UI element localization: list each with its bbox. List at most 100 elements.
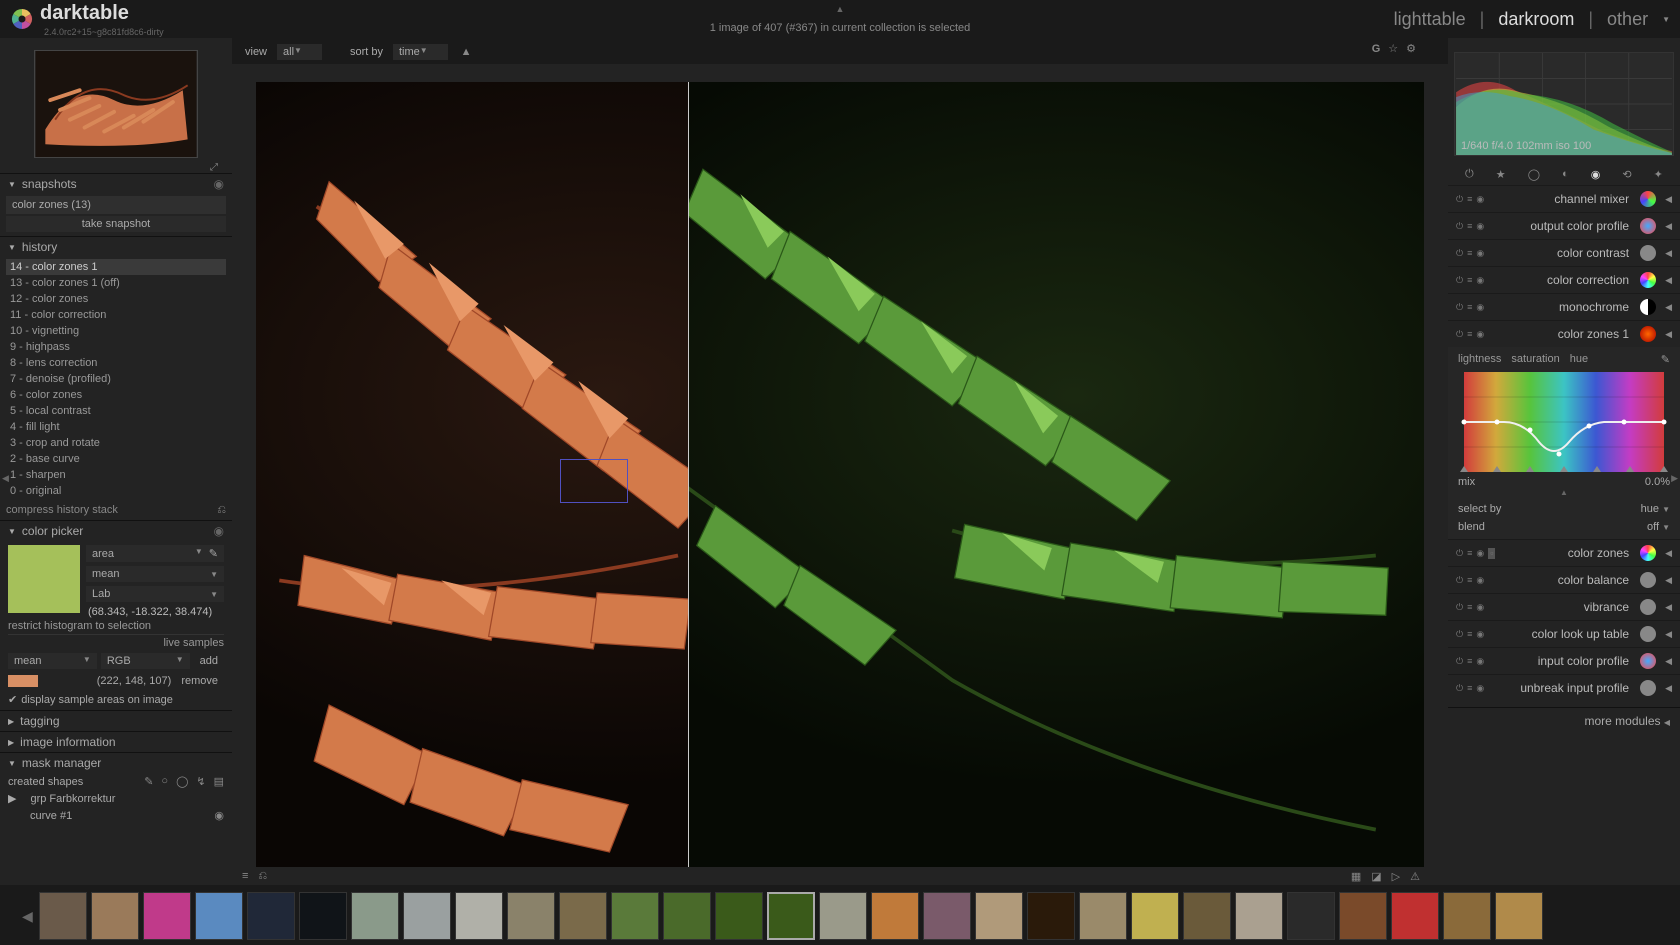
filmstrip-thumb[interactable] — [1339, 892, 1387, 940]
collapse-left-icon[interactable]: ◀ — [2, 473, 9, 484]
mask-group[interactable]: ▶grp Farbkorrektur — [0, 790, 232, 807]
chevron-left-icon[interactable]: ◀ — [1665, 548, 1672, 559]
filmstrip-thumb[interactable] — [299, 892, 347, 940]
view-other[interactable]: other — [1607, 9, 1648, 30]
filmstrip-thumb[interactable] — [871, 892, 919, 940]
reset-icon[interactable]: ◉ — [1476, 248, 1484, 259]
power-icon[interactable]: ⏻ — [1456, 329, 1463, 340]
history-item[interactable]: 8 - lens correction — [6, 355, 226, 371]
styles-icon[interactable]: ⎌ — [217, 504, 226, 517]
module-color-balance[interactable]: ⏻≡◉color balance◀ — [1448, 566, 1680, 593]
multi-instance-icon[interactable]: ≡ — [1467, 248, 1472, 259]
module-color-contrast[interactable]: ⏻≡◉color contrast◀ — [1448, 239, 1680, 266]
filmstrip-thumb[interactable] — [975, 892, 1023, 940]
reset-icon[interactable]: ◉ — [1476, 275, 1484, 286]
restrict-histogram-label[interactable]: restrict histogram to selection — [8, 618, 224, 634]
reset-icon[interactable]: ◉ — [1476, 629, 1484, 640]
reset-icon[interactable]: ◉ — [1476, 221, 1484, 232]
gear-icon[interactable]: ◉ — [214, 177, 224, 191]
filmstrip-thumb[interactable] — [1235, 892, 1283, 940]
more-modules-button[interactable]: more modules ◀ — [1448, 707, 1680, 734]
multi-instance-icon[interactable]: ≡ — [1467, 629, 1472, 640]
thumb-zoom-icon[interactable]: ⤢ — [0, 162, 232, 173]
eyedropper-icon[interactable]: ✎ — [209, 547, 218, 560]
expand-top-icon[interactable]: ▲ — [836, 4, 845, 14]
star-icon[interactable]: ☆ — [1388, 42, 1398, 55]
picker-stat-dropdown[interactable]: mean▼ — [86, 566, 224, 582]
filmstrip-thumb[interactable] — [39, 892, 87, 940]
sample-space-dropdown[interactable]: RGB▼ — [101, 653, 190, 669]
history-item[interactable]: 3 - crop and rotate — [6, 435, 226, 451]
filmstrip-thumb[interactable] — [715, 892, 763, 940]
image-canvas[interactable] — [256, 82, 1424, 867]
add-sample-button[interactable]: add — [194, 653, 224, 669]
module-color-zones[interactable]: ⏻≡◉▫color zones◀ — [1448, 539, 1680, 566]
filmstrip-thumb[interactable] — [143, 892, 191, 940]
power-icon[interactable]: ⏻ — [1456, 221, 1463, 232]
reset-icon[interactable]: ◉ — [1476, 656, 1484, 667]
filmstrip-thumb[interactable] — [247, 892, 295, 940]
filmstrip-thumb[interactable] — [1391, 892, 1439, 940]
power-icon[interactable]: ⏻ — [1456, 248, 1463, 259]
module-output-color-profile[interactable]: ⏻≡◉output color profile◀ — [1448, 212, 1680, 239]
tab-correction-icon[interactable]: ⟲ — [1622, 168, 1631, 181]
filmstrip-thumb[interactable] — [195, 892, 243, 940]
reset-icon[interactable]: ◉ — [1476, 302, 1484, 313]
presets-icon[interactable]: ≡ — [242, 870, 248, 883]
filmstrip-thumb[interactable] — [663, 892, 711, 940]
gamut-icon[interactable]: ▷ — [1392, 870, 1400, 883]
module-channel-mixer[interactable]: ⏻≡◉channel mixer◀ — [1448, 185, 1680, 212]
module-monochrome[interactable]: ⏻≡◉monochrome◀ — [1448, 293, 1680, 320]
snapshot-split-line[interactable] — [688, 82, 689, 867]
snapshot-item[interactable]: color zones (13) — [6, 196, 226, 214]
snapshots-header[interactable]: ▼snapshots◉ — [0, 173, 232, 194]
history-item[interactable]: 14 - color zones 1 — [6, 259, 226, 275]
module-unbreak-input-profile[interactable]: ⏻≡◉unbreak input profile◀ — [1448, 674, 1680, 701]
power-icon[interactable]: ⏻ — [1456, 575, 1463, 586]
multi-instance-icon[interactable]: ≡ — [1467, 275, 1472, 286]
history-header[interactable]: ▼history — [0, 236, 232, 257]
mask-indicator-icon[interactable]: ▫ — [1488, 548, 1495, 559]
history-item[interactable]: 11 - color correction — [6, 307, 226, 323]
multi-instance-icon[interactable]: ≡ — [1467, 602, 1472, 613]
multi-instance-icon[interactable]: ≡ — [1467, 683, 1472, 694]
tagging-header[interactable]: ▶tagging — [0, 710, 232, 731]
filmstrip-thumb[interactable] — [403, 892, 451, 940]
filmstrip-thumb[interactable] — [559, 892, 607, 940]
cz-tab-saturation[interactable]: saturation — [1511, 353, 1559, 366]
filmstrip-thumb[interactable] — [923, 892, 971, 940]
eyedropper-icon[interactable]: ✎ — [1661, 353, 1670, 366]
circle-icon[interactable]: ○ — [161, 775, 168, 788]
chevron-left-icon[interactable]: ◀ — [1665, 683, 1672, 694]
picker-mode-dropdown[interactable]: area▼✎ — [86, 545, 224, 562]
module-color-correction[interactable]: ⏻≡◉color correction◀ — [1448, 266, 1680, 293]
sample-stat-dropdown[interactable]: mean▼ — [8, 653, 97, 669]
chevron-down-icon[interactable]: ▼ — [1662, 15, 1670, 24]
filmstrip-thumb[interactable] — [1443, 892, 1491, 940]
mask-curve[interactable]: curve #1◉ — [0, 807, 232, 824]
reset-icon[interactable]: ◉ — [1476, 194, 1484, 205]
reset-icon[interactable]: ◉ — [1476, 683, 1484, 694]
navigation-thumbnail[interactable] — [34, 50, 198, 158]
multi-instance-icon[interactable]: ≡ — [1467, 575, 1472, 586]
multi-instance-icon[interactable]: ≡ — [1467, 656, 1472, 667]
cz-tab-lightness[interactable]: lightness — [1458, 353, 1501, 366]
take-snapshot-button[interactable]: take snapshot — [6, 216, 226, 232]
module-color-look-up-table[interactable]: ⏻≡◉color look up table◀ — [1448, 620, 1680, 647]
multi-instance-icon[interactable]: ≡ — [1467, 302, 1472, 313]
chevron-left-icon[interactable]: ◀ — [1665, 275, 1672, 286]
tab-basic-icon[interactable]: ◯ — [1528, 168, 1540, 181]
view-dropdown[interactable]: all ▼ — [277, 44, 322, 60]
gradient-icon[interactable]: ▤ — [214, 775, 224, 788]
module-vibrance[interactable]: ⏻≡◉vibrance◀ — [1448, 593, 1680, 620]
power-icon[interactable]: ⏻ — [1456, 656, 1463, 667]
gear-icon[interactable]: ⚙ — [1406, 42, 1416, 55]
power-icon[interactable]: ⏻ — [1456, 194, 1463, 205]
power-icon[interactable]: ⏻ — [1456, 275, 1463, 286]
reset-icon[interactable]: ◉ — [1476, 548, 1484, 559]
overexposed-icon[interactable]: ⚠ — [1410, 870, 1420, 883]
chevron-left-icon[interactable]: ◀ — [1665, 329, 1672, 340]
multi-instance-icon[interactable]: ≡ — [1467, 221, 1472, 232]
filmstrip-thumb[interactable] — [611, 892, 659, 940]
filmstrip-thumb[interactable] — [507, 892, 555, 940]
